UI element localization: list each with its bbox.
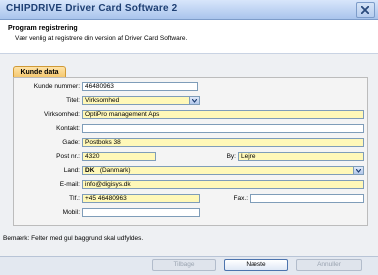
fax-field[interactable] (250, 194, 364, 203)
contact-field[interactable] (82, 124, 364, 133)
phone-field[interactable]: +45 46480963 (82, 194, 200, 203)
dialog-header: Program registrering Vær venlig at regis… (0, 20, 378, 54)
country-label: Land: (63, 167, 80, 174)
country-code: DK (85, 167, 95, 174)
country-dropdown-button[interactable] (353, 167, 363, 174)
postcode-label: Post nr.: (56, 153, 80, 160)
title-select-value: Virksomhed (85, 97, 120, 104)
street-label: Gade: (62, 139, 80, 146)
chevron-down-icon (356, 169, 361, 173)
title-label: Titel: (66, 97, 80, 104)
customer-number-field[interactable]: 46480963 (82, 82, 198, 91)
city-label: By: (226, 153, 236, 160)
contact-label: Kontakt: (56, 125, 80, 132)
title-dropdown-button[interactable] (189, 97, 199, 104)
next-button[interactable]: Næste (224, 259, 288, 271)
required-fields-note: Bemærk: Felter med gul baggrund skal udf… (3, 235, 144, 242)
city-field[interactable]: Lejre (238, 152, 364, 161)
close-button[interactable] (356, 2, 375, 18)
mobile-label: Mobil: (62, 209, 80, 216)
chevron-down-icon (192, 99, 197, 103)
mobile-field[interactable] (82, 208, 200, 217)
page-title: Program registrering (8, 25, 78, 32)
postcode-field[interactable]: 4320 (82, 152, 156, 161)
country-select[interactable]: DK (Danmark) (82, 166, 364, 175)
company-field[interactable]: OptiPro management Aps (82, 110, 364, 119)
window-title: CHIPDRIVE Driver Card Software 2 (6, 3, 178, 14)
back-button[interactable]: Tilbage (152, 259, 216, 271)
company-label: Virksomhed: (43, 111, 80, 118)
email-field[interactable]: info@digisys.dk (82, 180, 364, 189)
title-bar: CHIPDRIVE Driver Card Software 2 (0, 0, 378, 20)
cancel-button[interactable]: Annuller (296, 259, 362, 271)
email-label: E-mail: (59, 181, 80, 188)
fax-label: Fax.: (233, 195, 248, 202)
title-select[interactable]: Virksomhed (82, 96, 200, 105)
page-subtitle: Vær venlig at registrere din version af … (15, 35, 188, 42)
country-name: (Danmark) (99, 167, 131, 174)
close-icon (361, 6, 369, 14)
phone-label: Tlf.: (69, 195, 80, 202)
customer-number-label: Kunde nummer: (33, 83, 80, 90)
street-field[interactable]: Postboks 38 (82, 138, 364, 147)
